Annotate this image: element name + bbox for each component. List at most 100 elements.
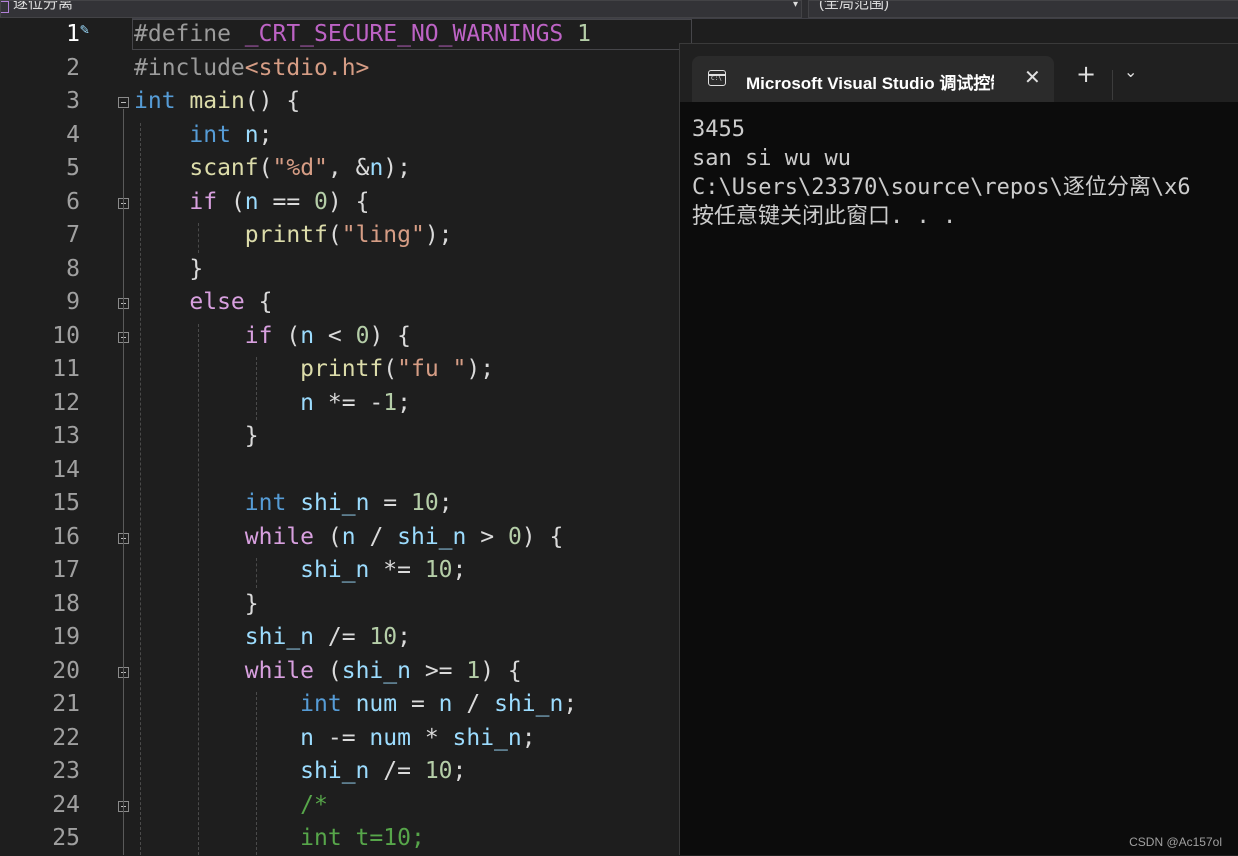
console-tab-title: Microsoft Visual Studio 调试控制台 <box>746 74 994 93</box>
code-line[interactable]: /* <box>134 789 328 823</box>
code-token: <stdio.h> <box>244 54 370 81</box>
code-line[interactable]: printf("fu "); <box>134 353 494 387</box>
code-token: *= <box>369 557 425 583</box>
code-token: == <box>258 188 315 215</box>
code-token: n <box>300 389 315 416</box>
code-token: ) { <box>327 188 370 215</box>
code-line[interactable]: #include<stdio.h> <box>134 52 369 86</box>
project-name: 逐位分离 <box>13 0 74 12</box>
line-number: 21 <box>52 691 80 717</box>
collapse-region-icon[interactable] <box>118 97 129 108</box>
close-icon[interactable]: ✕ <box>1024 65 1041 89</box>
code-line[interactable]: while (shi_n >= 1) { <box>134 655 522 689</box>
code-token: } <box>134 590 259 617</box>
line-number: 20 <box>52 657 80 684</box>
code-token: ( <box>383 356 398 382</box>
console-tab[interactable]: Microsoft Visual Studio 调试控制台 ✕ <box>692 56 1054 102</box>
project-dropdown[interactable]: 逐位分离 ▾ <box>0 0 802 18</box>
line-number: 25 <box>52 825 80 851</box>
code-token: } <box>134 255 204 282</box>
code-token: ; <box>452 758 467 784</box>
code-token: shi_n <box>397 523 467 550</box>
code-token: int <box>244 490 287 516</box>
line-number: 13 <box>52 423 80 449</box>
code-token: n <box>369 155 384 181</box>
indent-guide <box>256 558 257 588</box>
code-token: ; <box>563 691 578 717</box>
code-token: ( <box>327 222 342 248</box>
code-token: 10 <box>424 758 453 784</box>
navigation-bar: 逐位分离 ▾ (全局范围) <box>0 0 1238 19</box>
fold-connector-line <box>123 109 124 855</box>
code-token: "ling" <box>341 222 425 248</box>
code-token: 10 <box>369 624 398 650</box>
code-token: ; <box>521 724 536 751</box>
line-number: 1 <box>66 21 80 47</box>
code-line[interactable]: shi_n /= 10; <box>134 755 466 789</box>
code-token: / <box>355 523 398 550</box>
tab-divider <box>1112 70 1113 100</box>
code-line[interactable]: shi_n /= 10; <box>134 621 411 655</box>
code-token: ; <box>438 490 453 516</box>
code-token: * <box>410 724 453 751</box>
code-token: = <box>369 490 411 516</box>
chevron-down-icon[interactable]: ⌄ <box>1124 62 1137 81</box>
code-token: while <box>244 523 315 550</box>
code-token: shi_n <box>494 691 564 717</box>
code-line[interactable]: int n; <box>134 119 272 153</box>
code-line[interactable]: if (n < 0) { <box>134 320 411 354</box>
code-token: < <box>314 322 356 349</box>
code-line[interactable]: int num = n / shi_n; <box>134 688 577 722</box>
code-token: *= - <box>314 389 384 416</box>
code-token: if <box>244 322 273 349</box>
edit-pen-icon: ✎ <box>80 20 90 38</box>
code-token: shi_n <box>341 657 411 684</box>
code-line[interactable]: n *= -1; <box>134 387 411 421</box>
code-token: shi_n <box>452 724 522 751</box>
console-output-line: san si wu wu <box>692 146 851 171</box>
code-token: ); <box>383 155 411 181</box>
code-token: 1 <box>466 657 481 684</box>
code-line[interactable]: shi_n *= 10; <box>134 554 466 588</box>
debug-console-window: Microsoft Visual Studio 调试控制台 ✕ + ⌄ 3455… <box>679 43 1238 855</box>
code-token: 0 <box>314 188 328 215</box>
code-line[interactable]: int shi_n = 10; <box>134 487 453 521</box>
indent-guide <box>198 323 199 855</box>
code-token: ); <box>424 222 453 248</box>
line-number: 4 <box>66 121 80 148</box>
code-line[interactable]: } <box>134 588 259 622</box>
code-line[interactable]: n -= num * shi_n; <box>134 722 536 756</box>
chevron-down-icon: ▾ <box>792 0 798 10</box>
line-number: 5 <box>66 155 80 181</box>
code-token: int <box>134 88 176 114</box>
code-token: int <box>189 121 231 148</box>
code-line[interactable]: scanf("%d", &n); <box>134 152 411 186</box>
code-line[interactable]: printf("ling"); <box>134 219 453 253</box>
code-token: else <box>189 289 245 315</box>
code-line[interactable]: if (n == 0) { <box>134 186 369 220</box>
code-line[interactable]: } <box>134 253 203 287</box>
scope-dropdown[interactable]: (全局范围) <box>808 0 1238 18</box>
code-line[interactable]: int main() { <box>134 85 300 119</box>
scope-label: (全局范围) <box>819 0 889 12</box>
code-line[interactable]: } <box>134 420 259 454</box>
code-line[interactable]: int t=10; <box>134 822 425 856</box>
code-token: ; <box>397 624 411 650</box>
new-tab-button[interactable]: + <box>1076 62 1096 86</box>
code-line[interactable]: else { <box>134 286 272 320</box>
code-token: #include <box>134 54 245 81</box>
code-token: ( <box>314 523 342 550</box>
